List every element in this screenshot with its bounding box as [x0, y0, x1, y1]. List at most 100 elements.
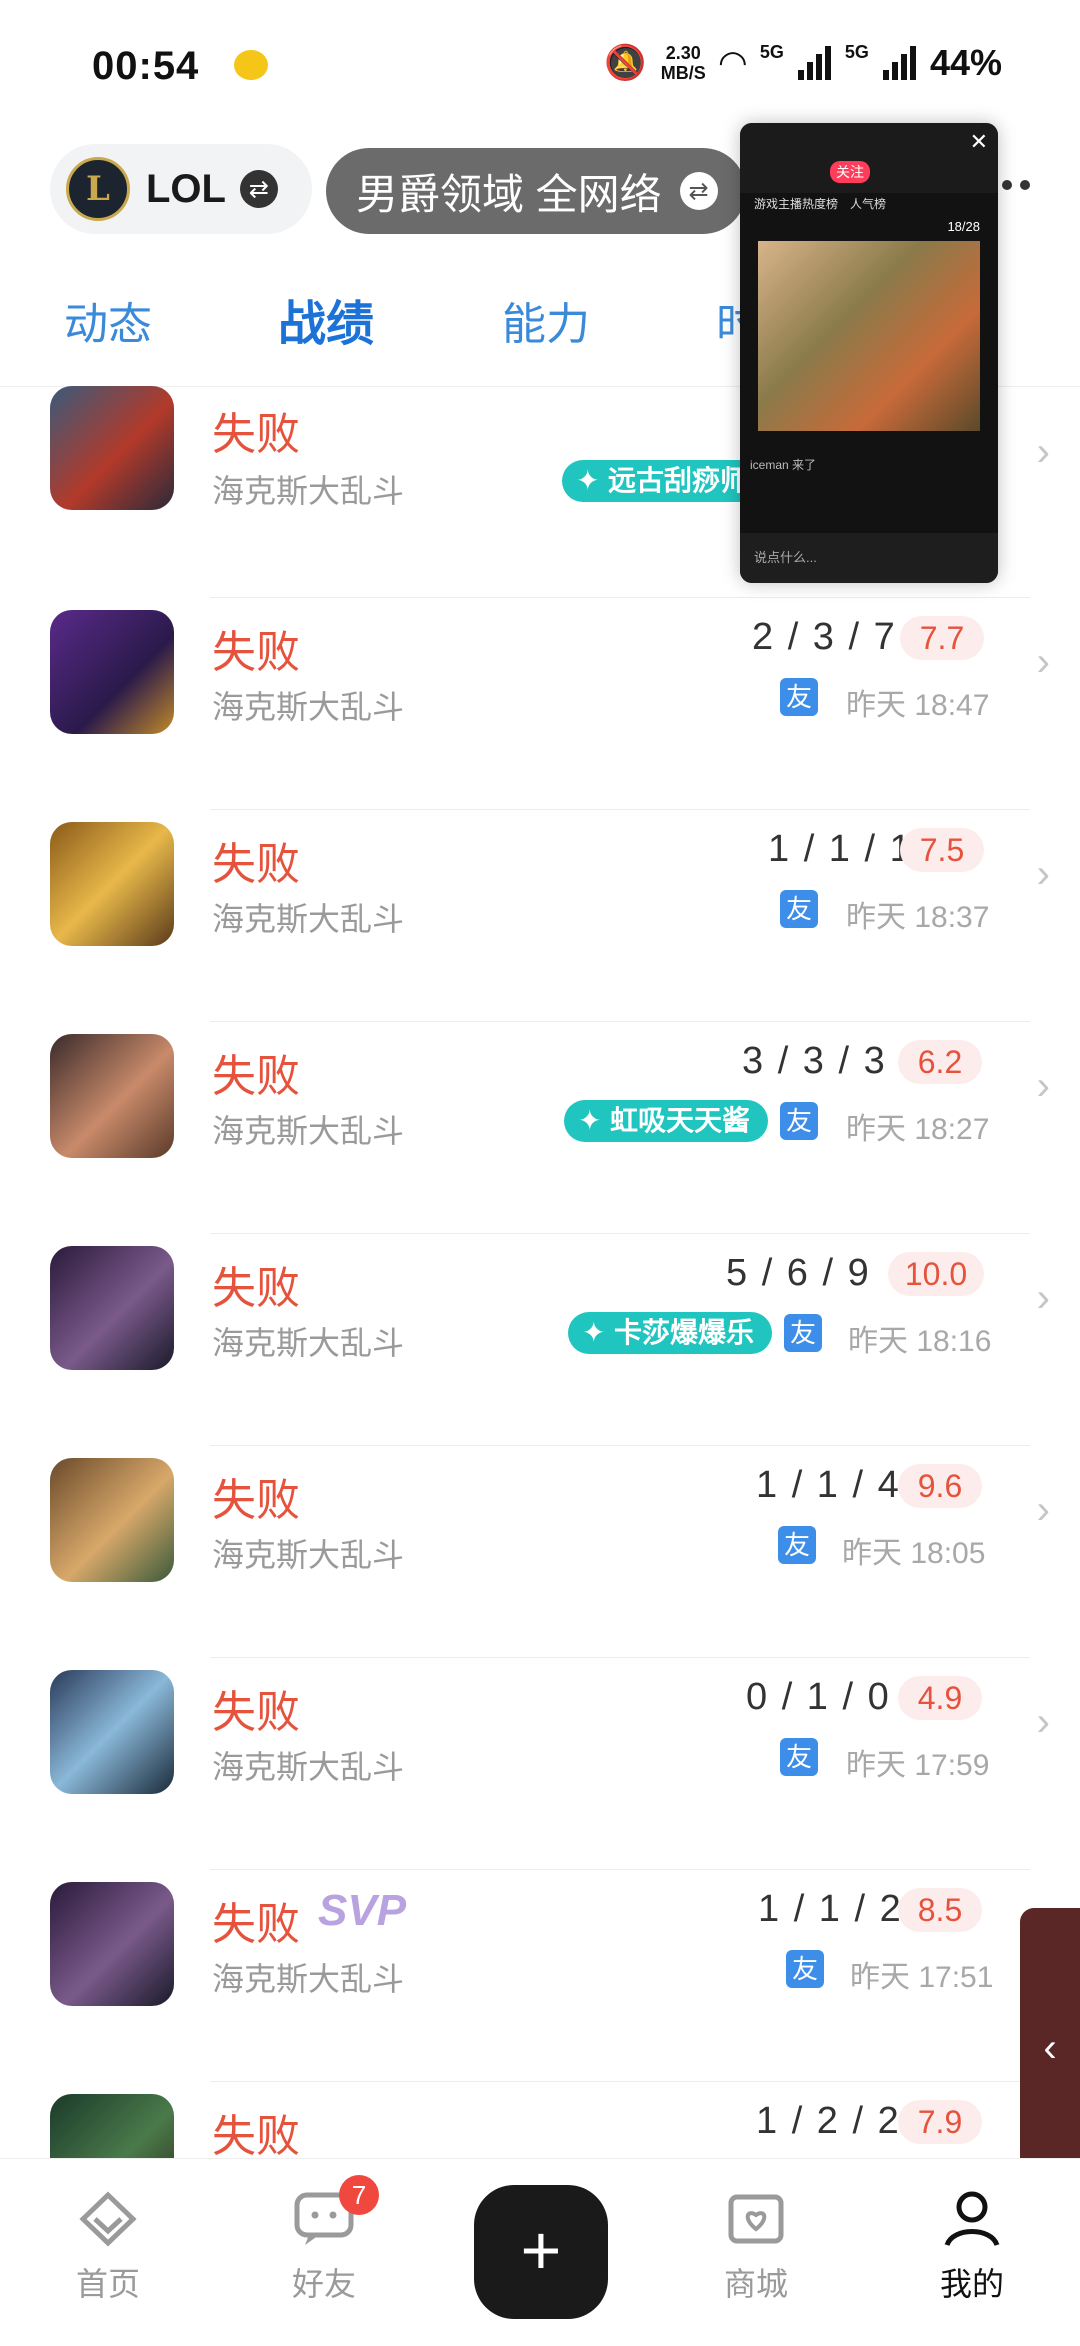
- champion-avatar: [50, 1882, 174, 2006]
- shop-icon: [723, 2189, 789, 2249]
- nav-home-label: 首页: [75, 2266, 140, 2302]
- status-indicators: 🔕 2.30 MB/S ◠ 5G 5G 44%: [604, 42, 1002, 84]
- chat-line: iceman 来了: [750, 458, 817, 472]
- server-switch-button[interactable]: 男爵领域 全网络 ⇄: [326, 148, 746, 234]
- chevron-right-icon: ›: [1036, 1488, 1050, 1532]
- friend-icon: 友: [778, 1526, 816, 1564]
- friend-icon: 友: [780, 1102, 818, 1140]
- match-score: 7.7: [900, 616, 984, 660]
- match-mode: 海克斯大乱斗: [212, 1961, 405, 1997]
- champion-avatar: [50, 822, 174, 946]
- match-result: 失败: [212, 1264, 300, 1313]
- match-tag: 虹吸天天酱: [564, 1100, 769, 1142]
- match-score: 7.9: [898, 2100, 982, 2144]
- nav-shop[interactable]: 商城: [696, 2189, 816, 2305]
- champion-avatar: [50, 386, 174, 510]
- video-tab-1[interactable]: 游戏主播热度榜: [754, 195, 838, 212]
- match-row[interactable]: 失败 1 / 2 / 2 7.9: [0, 2082, 1080, 2158]
- match-score: 7.5: [900, 828, 984, 872]
- chevron-right-icon: ›: [1036, 430, 1050, 474]
- friends-badge: 7: [339, 2175, 379, 2215]
- champion-avatar: [50, 1670, 174, 1794]
- match-kda: 1 / 1 / 2: [758, 1888, 903, 1930]
- match-mode: 海克斯大乱斗: [212, 689, 405, 725]
- nav-friends[interactable]: 7 好友: [264, 2175, 384, 2305]
- follow-button[interactable]: 关注: [830, 161, 870, 183]
- match-list[interactable]: 失败 海克斯大乱斗 远古刮痧师 › 失败 海克斯大乱斗 2 / 3 / 7 7.…: [0, 386, 1080, 2158]
- lol-logo-icon: L: [66, 157, 130, 221]
- match-result: 失败: [212, 840, 300, 889]
- nav-home[interactable]: 首页: [48, 2189, 168, 2305]
- status-time: 00:54: [92, 44, 200, 88]
- user-icon: [939, 2189, 1005, 2249]
- tab-feed[interactable]: 动态: [64, 288, 152, 352]
- match-mode: 海克斯大乱斗: [212, 473, 405, 509]
- friend-icon: 友: [786, 1950, 824, 1988]
- nav-shop-label: 商城: [723, 2266, 788, 2302]
- match-kda: 3 / 3 / 3: [742, 1040, 887, 1082]
- chat-input[interactable]: 说点什么...: [754, 547, 817, 566]
- chevron-right-icon: ›: [1036, 1700, 1050, 1744]
- match-mode: 海克斯大乱斗: [212, 901, 405, 937]
- chevron-right-icon: ›: [1036, 852, 1050, 896]
- chevron-right-icon: ›: [1036, 1064, 1050, 1108]
- match-row[interactable]: 失败 SVP 海克斯大乱斗 1 / 1 / 2 8.5 友 昨天 17:51: [0, 1870, 1080, 2082]
- chevron-right-icon: ›: [1036, 1276, 1050, 1320]
- match-tag: 远古刮痧师: [562, 460, 767, 502]
- nav-me[interactable]: 我的: [912, 2189, 1032, 2305]
- game-switch-button[interactable]: L LOL ⇄: [50, 144, 312, 234]
- status-bar: 00:54 🔕 2.30 MB/S ◠ 5G 5G 44%: [0, 0, 1080, 130]
- match-row[interactable]: 失败 海克斯大乱斗 1 / 1 / 4 9.6 友 昨天 18:05 ›: [0, 1446, 1080, 1658]
- network-type-1: 5G: [759, 42, 784, 62]
- chat-icon: 7: [291, 2175, 379, 2249]
- match-time: 昨天 18:05: [842, 1537, 986, 1570]
- friend-icon: 友: [780, 1738, 818, 1776]
- signal-icon-2: [882, 46, 916, 80]
- video-chat: iceman 来了: [750, 453, 988, 477]
- match-result: 失败: [212, 1476, 300, 1525]
- video-stream: [758, 241, 980, 431]
- match-time: 昨天 18:27: [846, 1113, 990, 1146]
- tab-records[interactable]: 战绩: [278, 284, 374, 354]
- side-panel-handle[interactable]: ‹: [1020, 1908, 1080, 2188]
- match-kda: 1 / 1 / 4: [756, 1464, 901, 1506]
- friend-icon: 友: [780, 678, 818, 716]
- close-icon[interactable]: ✕: [970, 129, 988, 155]
- swap-icon: ⇄: [239, 170, 278, 208]
- match-kda: 1 / 1 / 1: [768, 828, 913, 870]
- match-row[interactable]: 失败 海克斯大乱斗 5 / 6 / 9 10.0 卡莎爆爆乐 友 昨天 18:1…: [0, 1234, 1080, 1446]
- match-row[interactable]: 失败 海克斯大乱斗 3 / 3 / 3 6.2 虹吸天天酱 友 昨天 18:27…: [0, 1022, 1080, 1234]
- match-kda: 1 / 2 / 2: [756, 2100, 901, 2142]
- match-result: 失败: [212, 1052, 300, 1101]
- svp-badge: SVP: [318, 1886, 407, 1935]
- match-time: 昨天 17:51: [850, 1961, 994, 1994]
- match-row[interactable]: 失败 海克斯大乱斗 2 / 3 / 7 7.7 友 昨天 18:47 ›: [0, 598, 1080, 810]
- match-result: 失败: [212, 410, 300, 459]
- match-kda: 0 / 1 / 0: [746, 1676, 891, 1718]
- match-mode: 海克斯大乱斗: [212, 1749, 405, 1785]
- match-result: 失败: [212, 2112, 300, 2158]
- match-time: 昨天 17:59: [846, 1749, 990, 1782]
- champion-avatar: [50, 1458, 174, 1582]
- match-mode: 海克斯大乱斗: [212, 1537, 405, 1573]
- match-row[interactable]: 失败 海克斯大乱斗 0 / 1 / 0 4.9 友 昨天 17:59 ›: [0, 1658, 1080, 1870]
- match-row[interactable]: 失败 海克斯大乱斗 1 / 1 / 1 7.5 友 昨天 18:37 ›: [0, 810, 1080, 1022]
- live-video-overlay[interactable]: ✕ 关注 游戏主播热度榜 人气榜 18/28 iceman 来了 说点什么...: [740, 123, 998, 583]
- tab-ability[interactable]: 能力: [502, 288, 590, 352]
- match-score: 6.2: [898, 1040, 982, 1084]
- chevron-right-icon: ›: [1036, 640, 1050, 684]
- match-score: 8.5: [898, 1888, 982, 1932]
- match-kda: 2 / 3 / 7: [752, 616, 897, 658]
- champion-avatar: [50, 610, 174, 734]
- add-button[interactable]: +: [474, 2185, 608, 2319]
- game-name: LOL: [146, 166, 226, 211]
- video-bottom-bar: 说点什么...: [740, 533, 998, 583]
- champion-avatar: [50, 1034, 174, 1158]
- match-score: 10.0: [888, 1252, 984, 1296]
- match-time: 昨天 18:16: [848, 1325, 992, 1358]
- champion-avatar: [50, 2094, 174, 2158]
- network-speed: 2.30 MB/S: [660, 43, 706, 83]
- video-tab-2[interactable]: 人气榜: [850, 195, 886, 212]
- notification-icon: [234, 50, 268, 80]
- match-time: 昨天 18:47: [846, 689, 990, 722]
